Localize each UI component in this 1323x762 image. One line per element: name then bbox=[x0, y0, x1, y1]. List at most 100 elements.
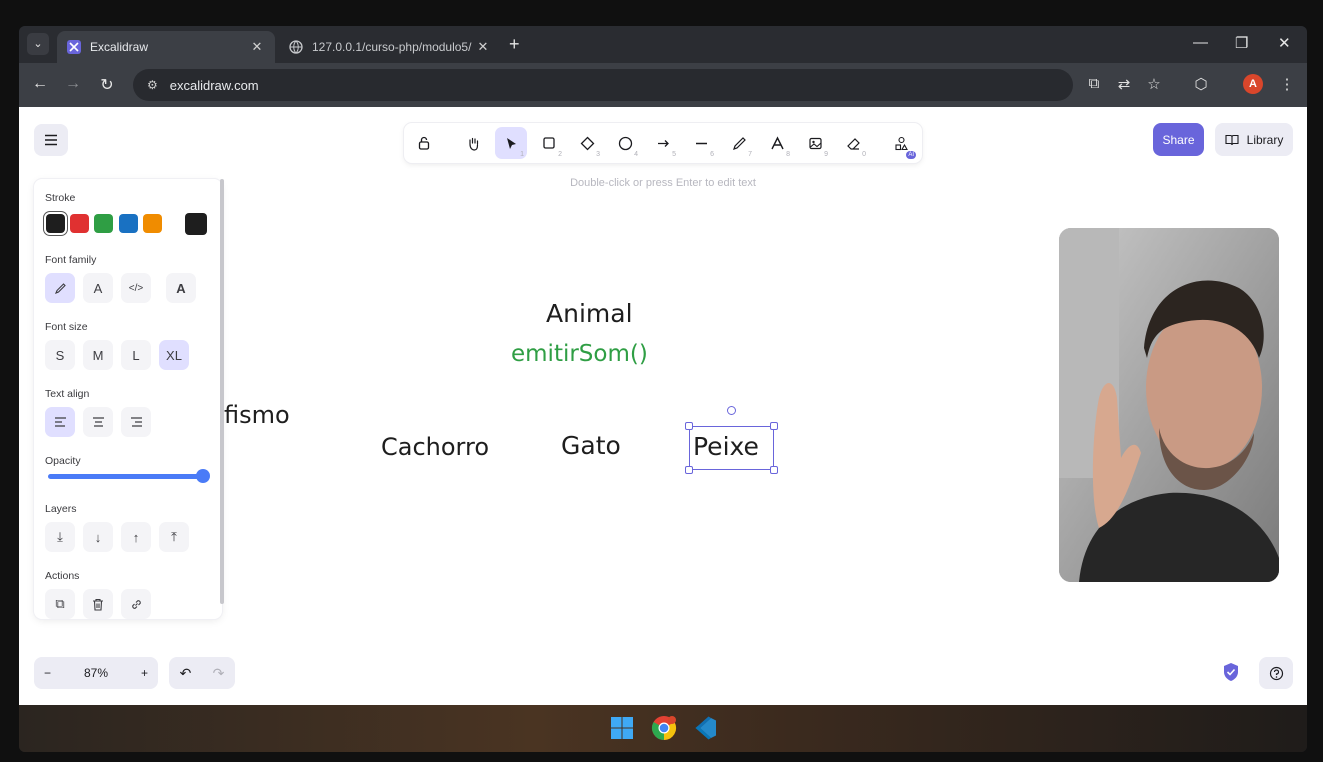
stroke-color-orange[interactable] bbox=[143, 214, 162, 233]
zoom-out-icon[interactable]: − bbox=[44, 666, 51, 680]
link-button[interactable] bbox=[121, 589, 151, 619]
more-menu-icon[interactable]: ⋮ bbox=[1277, 75, 1297, 93]
bring-forward-button[interactable]: ↑ bbox=[121, 522, 151, 552]
font-normal-button[interactable]: A bbox=[83, 273, 113, 303]
stroke-color-green[interactable] bbox=[94, 214, 113, 233]
close-icon[interactable]: ✕ bbox=[475, 39, 491, 55]
resize-handle-sw[interactable] bbox=[685, 466, 693, 474]
resize-handle-se[interactable] bbox=[770, 466, 778, 474]
profile-avatar[interactable]: A bbox=[1243, 74, 1263, 94]
canvas-text-emitirsom[interactable]: emitirSom() bbox=[511, 341, 648, 367]
rectangle-tool[interactable]: 2 bbox=[533, 127, 565, 159]
help-button[interactable] bbox=[1259, 657, 1293, 689]
zoom-level[interactable]: 87% bbox=[84, 666, 108, 680]
more-tools-button[interactable]: AI bbox=[885, 127, 917, 159]
tab-excalidraw[interactable]: Excalidraw ✕ bbox=[57, 31, 275, 63]
font-size-l[interactable]: L bbox=[121, 340, 151, 370]
redo-icon[interactable]: ↷ bbox=[213, 665, 225, 682]
undo-icon[interactable]: ↶ bbox=[180, 665, 192, 682]
selection-tool[interactable]: 1 bbox=[495, 127, 527, 159]
hamburger-icon bbox=[45, 134, 57, 146]
opacity-slider[interactable] bbox=[48, 474, 206, 479]
font-more-button[interactable]: A bbox=[166, 273, 196, 303]
shield-icon[interactable] bbox=[1222, 662, 1240, 687]
align-center-button[interactable] bbox=[83, 407, 113, 437]
bring-to-front-button[interactable]: ⤒ bbox=[159, 522, 189, 552]
translate-icon[interactable]: ⇄ bbox=[1114, 75, 1134, 93]
align-right-icon bbox=[130, 417, 142, 427]
properties-panel: Stroke Font family A </> A Font size S M… bbox=[34, 179, 224, 619]
diamond-tool[interactable]: 3 bbox=[571, 127, 603, 159]
align-right-button[interactable] bbox=[121, 407, 151, 437]
zoom-in-icon[interactable]: + bbox=[141, 666, 148, 680]
resize-handle-nw[interactable] bbox=[685, 422, 693, 430]
browser-window: ⌄ Excalidraw ✕ 127.0.0.1/curso-php/modul… bbox=[19, 26, 1307, 752]
close-window-icon[interactable]: ✕ bbox=[1278, 34, 1291, 52]
tab-search-button[interactable]: ⌄ bbox=[27, 33, 49, 55]
font-size-m[interactable]: M bbox=[83, 340, 113, 370]
font-picker-icon: A bbox=[176, 280, 186, 296]
close-icon[interactable]: ✕ bbox=[249, 39, 265, 55]
bookmark-star-icon[interactable]: ☆ bbox=[1144, 75, 1164, 93]
shortcut-key: 3 bbox=[596, 151, 600, 158]
text-tool[interactable]: 8 bbox=[761, 127, 793, 159]
ellipse-tool[interactable]: 4 bbox=[609, 127, 641, 159]
excalidraw-canvas[interactable]: 1 2 3 4 5 6 7 8 9 0 AI Double-click or p… bbox=[19, 107, 1307, 705]
send-backward-button[interactable]: ↓ bbox=[83, 522, 113, 552]
eraser-tool[interactable]: 0 bbox=[837, 127, 869, 159]
restore-icon[interactable]: ❐ bbox=[1235, 34, 1248, 52]
stroke-color-red[interactable] bbox=[70, 214, 89, 233]
main-menu-button[interactable] bbox=[34, 124, 68, 156]
arrow-tool[interactable]: 5 bbox=[647, 127, 679, 159]
vscode-icon[interactable] bbox=[692, 714, 720, 742]
chrome-icon[interactable] bbox=[650, 714, 678, 742]
canvas-text-cachorro[interactable]: Cachorro bbox=[381, 433, 489, 461]
rotation-handle[interactable] bbox=[727, 406, 736, 415]
font-hand-drawn-button[interactable] bbox=[45, 273, 75, 303]
library-button[interactable]: Library bbox=[1215, 123, 1293, 156]
back-icon[interactable]: ← bbox=[30, 75, 50, 93]
windows-start-icon[interactable] bbox=[608, 714, 636, 742]
font-code-button[interactable]: </> bbox=[121, 273, 151, 303]
taskbar bbox=[19, 705, 1307, 752]
reload-icon[interactable]: ↻ bbox=[97, 75, 117, 95]
shortcut-key: 0 bbox=[862, 151, 866, 158]
tab-localhost[interactable]: 127.0.0.1/curso-php/modulo5/ ✕ bbox=[279, 31, 501, 63]
url-field[interactable]: ⚙ excalidraw.com bbox=[133, 69, 1073, 101]
canvas-text-animal[interactable]: Animal bbox=[546, 299, 633, 328]
extensions-icon[interactable]: ⬡ bbox=[1191, 75, 1211, 93]
new-tab-icon[interactable]: + bbox=[509, 34, 520, 55]
rectangle-icon bbox=[543, 137, 555, 149]
stroke-color-blue[interactable] bbox=[119, 214, 138, 233]
shortcut-key: 1 bbox=[520, 151, 524, 158]
image-tool[interactable]: 9 bbox=[799, 127, 831, 159]
minimize-icon[interactable]: — bbox=[1193, 34, 1208, 51]
duplicate-button[interactable]: ⧉ bbox=[45, 589, 75, 619]
canvas-text-gato[interactable]: Gato bbox=[561, 431, 621, 460]
lock-tool[interactable] bbox=[408, 127, 440, 159]
canvas-text-fismo[interactable]: fismo bbox=[224, 401, 290, 429]
current-stroke-color[interactable] bbox=[185, 213, 207, 235]
align-center-icon bbox=[92, 417, 104, 427]
font-size-s[interactable]: S bbox=[45, 340, 75, 370]
selection-box[interactable] bbox=[689, 426, 774, 470]
font-size-xl[interactable]: XL bbox=[159, 340, 189, 370]
panel-scrollbar[interactable] bbox=[220, 179, 224, 604]
share-button[interactable]: Share bbox=[1153, 123, 1204, 156]
align-left-icon bbox=[54, 417, 66, 427]
draw-tool[interactable]: 7 bbox=[723, 127, 755, 159]
opacity-slider-thumb[interactable] bbox=[196, 469, 210, 483]
delete-button[interactable] bbox=[83, 589, 113, 619]
line-tool[interactable]: 6 bbox=[685, 127, 717, 159]
resize-handle-ne[interactable] bbox=[770, 422, 778, 430]
site-info-icon[interactable]: ⚙ bbox=[147, 78, 158, 92]
hand-tool[interactable] bbox=[457, 127, 489, 159]
shortcut-key: 4 bbox=[634, 151, 638, 158]
install-app-icon[interactable]: ⧉ bbox=[1084, 75, 1104, 92]
url-text: excalidraw.com bbox=[169, 77, 259, 93]
forward-icon[interactable]: → bbox=[63, 75, 83, 93]
send-to-back-button[interactable]: ⤓ bbox=[45, 522, 75, 552]
align-left-button[interactable] bbox=[45, 407, 75, 437]
help-icon bbox=[1269, 666, 1283, 680]
stroke-color-black[interactable] bbox=[46, 214, 65, 233]
